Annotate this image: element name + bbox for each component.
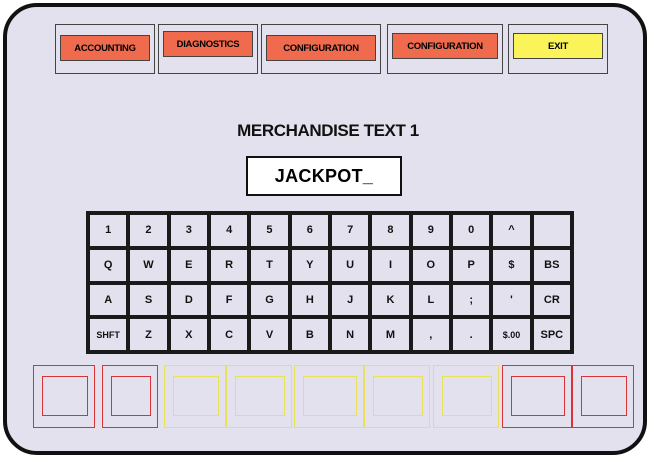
soft-button-inner-1 [42,376,88,416]
soft-button-inner-6 [373,376,423,416]
key-t[interactable]: T [251,249,288,281]
key-j[interactable]: J [331,284,369,316]
soft-button-8[interactable] [502,365,572,428]
key-sym-2-9[interactable]: ; [452,284,490,316]
key-blank[interactable] [533,215,570,246]
key-m[interactable]: M [372,319,409,350]
exit-cell: EXIT [508,24,608,74]
soft-button-2[interactable] [102,365,158,428]
key-a[interactable]: A [90,284,127,316]
exit-button[interactable]: EXIT [513,33,603,59]
merchandise-text-field[interactable]: JACKPOT_ [246,156,402,196]
soft-button-5[interactable] [294,365,364,428]
diagnostics-cell: DIAGNOSTICS [158,24,258,74]
accounting-button[interactable]: ACCOUNTING [60,35,150,61]
key-sym-3-9[interactable]: . [452,319,490,350]
key-p[interactable]: P [452,249,490,281]
soft-button-9[interactable] [572,365,634,428]
key-y[interactable]: Y [291,249,328,281]
key-q[interactable]: Q [90,249,127,281]
soft-button-1[interactable] [33,365,95,428]
key-g[interactable]: G [251,284,288,316]
key-bs[interactable]: BS [533,249,570,281]
key-d[interactable]: D [170,284,207,316]
key-sym-2-10[interactable]: ' [493,284,530,316]
key-sym-0-10[interactable]: ^ [493,215,530,246]
configuration-button-2[interactable]: CONFIGURATION [392,33,498,59]
soft-button-6[interactable] [364,365,430,428]
key-w[interactable]: W [130,249,167,281]
accounting-cell: ACCOUNTING [55,24,155,74]
key-z[interactable]: Z [130,319,167,350]
key-o[interactable]: O [412,249,449,281]
key-9[interactable]: 9 [412,215,449,246]
key-sym-1-10[interactable]: $ [493,249,530,281]
soft-button-inner-4 [235,376,285,416]
key-b[interactable]: B [291,319,328,350]
key-l[interactable]: L [412,284,449,316]
key-1[interactable]: 1 [90,215,127,246]
soft-button-inner-9 [581,376,627,416]
key-v[interactable]: V [251,319,288,350]
configuration-cell-2: CONFIGURATION [387,24,503,74]
soft-button-4[interactable] [226,365,292,428]
soft-button-inner-2 [111,376,151,416]
key-i[interactable]: I [372,249,409,281]
key-shft[interactable]: SHFT [90,319,127,350]
key-3[interactable]: 3 [170,215,207,246]
key-r[interactable]: R [210,249,248,281]
key-8[interactable]: 8 [372,215,409,246]
soft-button-3[interactable] [164,365,226,428]
key-00[interactable]: $.00 [493,319,530,350]
key-0[interactable]: 0 [452,215,490,246]
key-s[interactable]: S [130,284,167,316]
soft-button-inner-5 [303,376,357,416]
key-5[interactable]: 5 [251,215,288,246]
key-7[interactable]: 7 [331,215,369,246]
configuration-button-1[interactable]: CONFIGURATION [266,35,376,61]
key-cr[interactable]: CR [533,284,570,316]
soft-button-inner-7 [442,376,492,416]
key-c[interactable]: C [210,319,248,350]
key-2[interactable]: 2 [130,215,167,246]
page-title: MERCHANDISE TEXT 1 [237,121,419,140]
configuration-cell-1: CONFIGURATION [261,24,381,74]
key-n[interactable]: N [331,319,369,350]
soft-button-inner-3 [173,376,219,416]
diagnostics-button[interactable]: DIAGNOSTICS [163,31,253,57]
soft-button-7[interactable] [433,365,499,428]
key-6[interactable]: 6 [291,215,328,246]
key-u[interactable]: U [331,249,369,281]
key-e[interactable]: E [170,249,207,281]
key-spc[interactable]: SPC [533,319,570,350]
key-f[interactable]: F [210,284,248,316]
key-4[interactable]: 4 [210,215,248,246]
key-h[interactable]: H [291,284,328,316]
key-x[interactable]: X [170,319,207,350]
on-screen-keyboard: 1 2 3 4 5 6 7 8 9 0 ^ Q W E R T Y U I O P $ BS A S D F G H J K L; ' CR SHF… [86,211,574,354]
key-sym-3-8[interactable]: , [412,319,449,350]
key-k[interactable]: K [372,284,409,316]
soft-button-inner-8 [511,376,565,416]
